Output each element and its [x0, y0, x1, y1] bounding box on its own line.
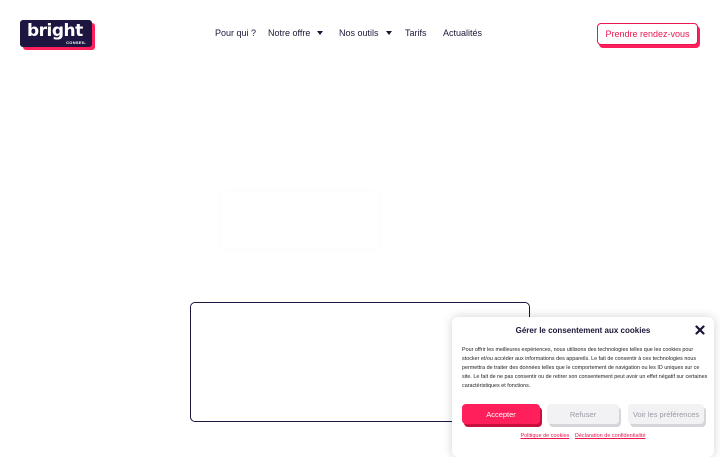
close-icon[interactable]: [695, 325, 705, 335]
logo-subtitle: CONSEIL: [66, 40, 86, 45]
nav-item-notre-offre[interactable]: Notre offre: [268, 28, 324, 38]
nav-item-label: Actualités: [443, 28, 483, 38]
caret-down-icon: [317, 31, 324, 35]
caret-down-icon: [385, 31, 392, 35]
view-preferences-button[interactable]: Voir les préférences: [628, 404, 704, 424]
nav-item-label: Notre offre: [268, 28, 311, 38]
cookie-links: Politique de cookies Déclaration de conf…: [452, 433, 714, 439]
nav-item-label: Pour qui ?: [215, 28, 257, 38]
site-header: bright CONSEIL Pour qui ? Notre offre No…: [0, 0, 720, 70]
cookie-policy-link[interactable]: Politique de cookies: [520, 433, 569, 439]
content-placeholder: [222, 193, 378, 249]
cookie-consent-banner: Gérer le consentement aux cookies Pour o…: [452, 317, 714, 457]
cookie-title: Gérer le consentement aux cookies: [515, 326, 651, 335]
accept-cookies-button[interactable]: Accepter: [462, 404, 540, 424]
nav-item-tarifs[interactable]: Tarifs: [405, 28, 427, 38]
nav-item-actualites[interactable]: Actualités: [443, 28, 482, 38]
nav-item-label: Tarifs: [405, 28, 427, 38]
privacy-statement-link[interactable]: Déclaration de confidentialité: [575, 433, 646, 439]
refuse-cookies-button[interactable]: Refuser: [547, 404, 619, 424]
book-appointment-button[interactable]: Prendre rendez-vous: [597, 23, 698, 45]
nav-item-label: Nos outils: [339, 28, 379, 38]
logo-wordmark: bright: [27, 21, 83, 41]
nav-item-nos-outils[interactable]: Nos outils: [339, 28, 392, 38]
brand-logo[interactable]: bright CONSEIL: [20, 20, 92, 47]
nav-item-pour-qui[interactable]: Pour qui ?: [215, 28, 256, 38]
cookie-description: Pour offrir les meilleures expériences, …: [462, 347, 708, 389]
